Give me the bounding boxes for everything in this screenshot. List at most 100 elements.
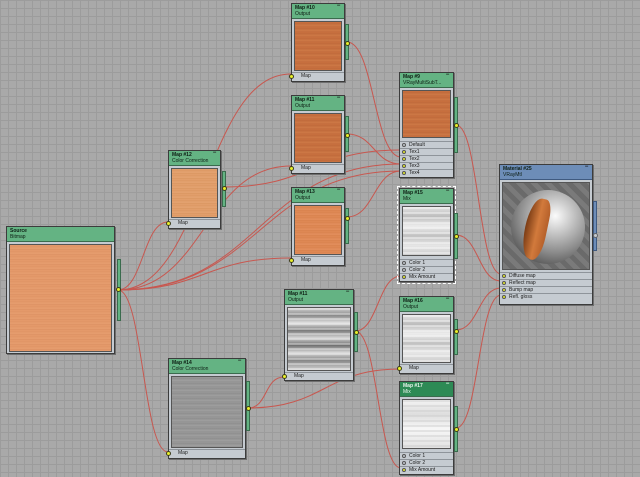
output-socket[interactable]	[222, 186, 227, 191]
input-socket[interactable]	[402, 461, 406, 465]
input-socket[interactable]	[282, 374, 287, 379]
node-header[interactable]: Map #17 Mix −	[400, 381, 453, 397]
input-slot-mix-amount[interactable]: Mix Amount	[400, 273, 453, 280]
output-socket[interactable]	[454, 234, 459, 239]
minimize-icon[interactable]: −	[236, 358, 243, 364]
node-subtitle: Output	[403, 304, 419, 310]
node-map11[interactable]: Map #11 Output − Map	[289, 95, 350, 174]
node-map16[interactable]: Map #16 Output − Map	[397, 296, 459, 374]
minimize-icon[interactable]: −	[344, 289, 351, 295]
node-header[interactable]: Map #10 Output −	[292, 3, 344, 19]
minimize-icon[interactable]: −	[335, 95, 342, 101]
input-slot-bump-map[interactable]: Bump map	[500, 286, 592, 293]
node-map15-mix[interactable]: Map #15 Mix − Color 1 Color 2 Mix Amount	[397, 186, 459, 284]
output-socket[interactable]	[116, 287, 121, 292]
output-socket[interactable]	[246, 406, 251, 411]
node-map14[interactable]: Map #14 Color Correction − Map	[166, 358, 251, 459]
node-header[interactable]: Map #14 Color Correction −	[169, 358, 245, 374]
wire-source-to-map9tex4	[117, 170, 402, 291]
output-bar[interactable]	[454, 319, 458, 355]
minimize-icon[interactable]: −	[444, 188, 451, 194]
input-slot-tex3[interactable]: Tex3	[400, 162, 453, 169]
output-bar[interactable]	[593, 201, 597, 251]
input-socket[interactable]	[289, 258, 294, 263]
output-socket[interactable]	[345, 216, 350, 221]
node-header[interactable]: Material #25 VRayMtl −	[500, 164, 592, 180]
node-header[interactable]: Map #11 Output −	[292, 95, 344, 111]
input-socket[interactable]	[402, 171, 406, 175]
input-socket[interactable]	[402, 268, 406, 272]
wood-segment	[518, 196, 554, 262]
node-map9-multisubtex[interactable]: Map #9 VRayMultiSubT... − Default Tex1 T…	[399, 72, 459, 178]
output-socket[interactable]	[345, 41, 350, 46]
minimize-icon[interactable]: −	[335, 187, 342, 193]
minimize-icon[interactable]: −	[444, 72, 451, 78]
input-slot-map[interactable]: Map	[166, 219, 220, 226]
input-slot-map[interactable]: Map	[282, 372, 353, 379]
input-slot-refl-gloss[interactable]: Refl. gloss	[500, 293, 592, 300]
input-slot-tex1[interactable]: Tex1	[400, 148, 453, 155]
output-socket[interactable]	[454, 329, 459, 334]
input-slot-mix-amount[interactable]: Mix Amount	[400, 466, 453, 473]
input-slot-map[interactable]: Map	[289, 72, 344, 79]
input-slot-map[interactable]: Map	[166, 449, 245, 456]
output-socket[interactable]	[454, 427, 459, 432]
node-header[interactable]: Map #11 Output −	[285, 289, 353, 305]
input-slot-color2[interactable]: Color 2	[400, 266, 453, 273]
input-socket[interactable]	[402, 143, 406, 147]
output-bar[interactable]	[345, 208, 349, 244]
map-preview-thumbnail	[402, 399, 451, 449]
output-socket[interactable]	[354, 330, 359, 335]
wire-map15-to-reflect	[455, 234, 502, 282]
input-slot-map[interactable]: Map	[397, 364, 453, 371]
node-map13[interactable]: Map #13 Output − Map	[289, 187, 350, 266]
node-header[interactable]: Map #9 VRayMultiSubT... −	[400, 72, 453, 88]
input-slot-tex4[interactable]: Tex4	[400, 169, 453, 176]
output-socket[interactable]	[454, 123, 459, 128]
node-header[interactable]: Map #16 Output −	[400, 296, 453, 312]
input-slot-default[interactable]: Default	[400, 141, 453, 148]
input-socket[interactable]	[502, 274, 506, 278]
node-header[interactable]: Map #13 Output −	[292, 187, 344, 203]
node-map17-mix[interactable]: Map #17 Mix − Color 1 Color 2 Mix Amount	[399, 381, 459, 475]
node-header[interactable]: Source Bitmap	[7, 227, 114, 242]
output-socket[interactable]	[345, 133, 350, 138]
input-socket[interactable]	[402, 164, 406, 168]
input-slot-reflect-map[interactable]: Reflect map	[500, 279, 592, 286]
wire-map11bw-to-map17	[354, 330, 402, 469]
node-source-bitmap[interactable]: Source Bitmap	[6, 226, 121, 354]
input-socket[interactable]	[402, 261, 406, 265]
input-socket[interactable]	[289, 74, 294, 79]
input-slot-color1[interactable]: Color 1	[400, 259, 453, 266]
node-map10[interactable]: Map #10 Output − Map	[289, 3, 350, 82]
minimize-icon[interactable]: −	[211, 150, 218, 156]
input-socket[interactable]	[402, 150, 406, 154]
input-socket[interactable]	[402, 157, 406, 161]
node-header[interactable]: Map #12 Color Correction −	[169, 150, 220, 166]
minimize-icon[interactable]: −	[583, 164, 590, 170]
input-socket[interactable]	[502, 281, 506, 285]
node-map11-bw[interactable]: Map #11 Output − Map	[282, 289, 359, 381]
input-slot-color2[interactable]: Color 2	[400, 459, 453, 466]
node-material25-vraymtl[interactable]: Material #25 VRayMtl − Diffuse map Refle…	[499, 164, 598, 305]
input-socket[interactable]	[289, 166, 294, 171]
input-socket[interactable]	[502, 288, 506, 292]
output-socket[interactable]	[593, 233, 598, 238]
input-slot-tex2[interactable]: Tex2	[400, 155, 453, 162]
input-socket[interactable]	[502, 295, 506, 299]
input-socket[interactable]	[166, 451, 171, 456]
minimize-icon[interactable]: −	[444, 381, 451, 387]
input-slot-diffuse-map[interactable]: Diffuse map	[500, 272, 592, 279]
input-socket[interactable]	[397, 366, 402, 371]
input-socket[interactable]	[402, 454, 406, 458]
input-slot-map[interactable]: Map	[289, 164, 344, 171]
node-header[interactable]: Map #15 Mix −	[400, 188, 453, 204]
input-slot-color1[interactable]: Color 1	[400, 452, 453, 459]
input-slot-map[interactable]: Map	[289, 256, 344, 263]
input-socket[interactable]	[402, 468, 406, 472]
input-socket[interactable]	[166, 221, 171, 226]
input-socket[interactable]	[402, 275, 406, 279]
node-map12[interactable]: Map #12 Color Correction − Map	[166, 150, 227, 229]
minimize-icon[interactable]: −	[335, 3, 342, 9]
minimize-icon[interactable]: −	[444, 296, 451, 302]
